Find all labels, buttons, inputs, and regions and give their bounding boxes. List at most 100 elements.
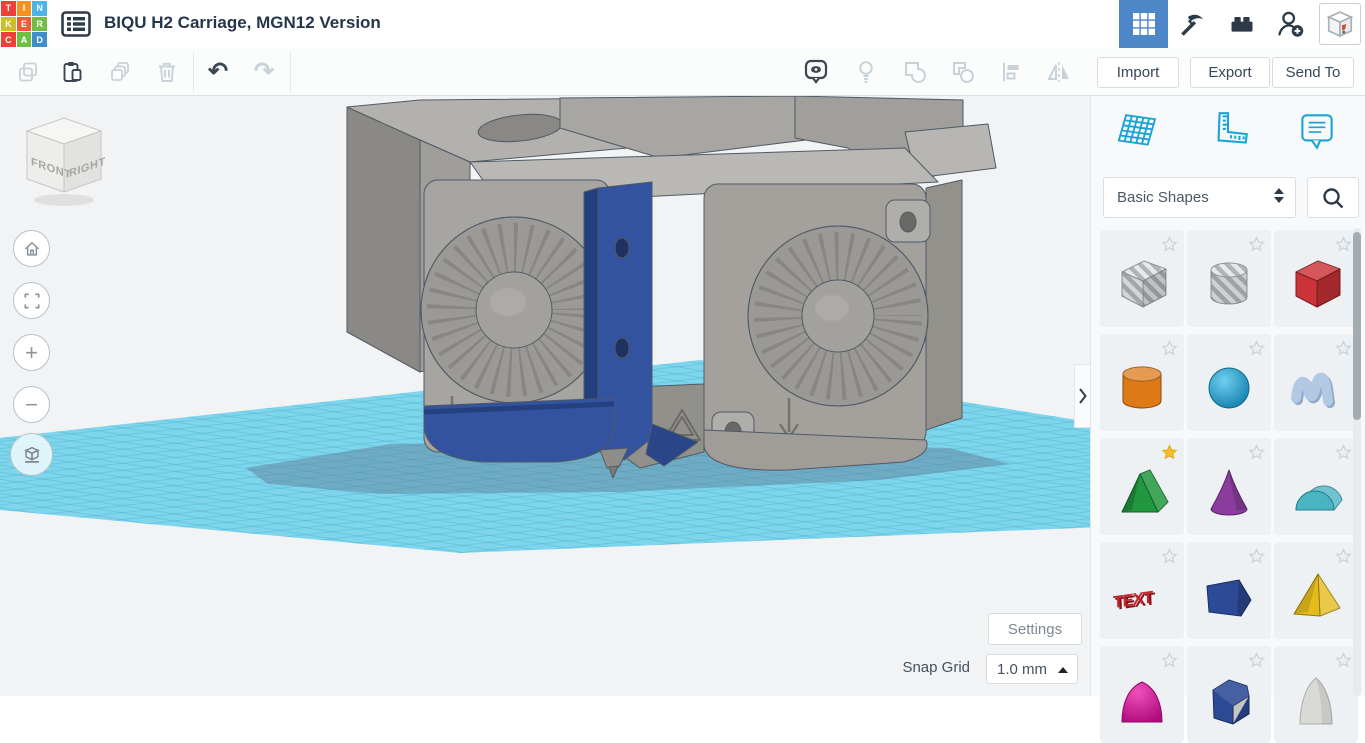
paste-icon (63, 62, 82, 82)
favorite-star-icon[interactable] (1248, 236, 1265, 253)
light-bulb-button[interactable] (848, 54, 884, 90)
logo-letter-tile: T (1, 1, 16, 16)
notes-tool-button[interactable] (1294, 108, 1340, 154)
workplane-tool-button[interactable] (1118, 108, 1164, 154)
shape-category-value: Basic Shapes (1117, 189, 1209, 206)
group-icon (905, 62, 926, 83)
lego-brick-icon (1231, 17, 1252, 32)
dashboard-tab[interactable] (1119, 0, 1168, 48)
minecraft-export-button[interactable] (1168, 0, 1217, 48)
favorite-star-icon[interactable] (1335, 652, 1352, 669)
zoom-out-icon: − (25, 391, 38, 417)
favorite-star-icon[interactable] (1161, 236, 1178, 253)
ungroup-button[interactable] (945, 54, 981, 90)
view-cube[interactable]: FRONT RIGHT (18, 112, 110, 212)
shape-tile-text[interactable]: TEXT TEXT (1100, 542, 1184, 639)
text-shape: TEXT TEXT (1113, 587, 1156, 613)
shape-tile-cone-soft[interactable] (1274, 646, 1358, 743)
shape-tile-sphere[interactable] (1187, 334, 1271, 431)
shape-tile-cylinder[interactable] (1100, 334, 1184, 431)
ruler-tool-icon (1217, 112, 1248, 144)
zoom-out-button[interactable]: − (13, 386, 50, 423)
sim-lab-button[interactable] (1319, 3, 1361, 45)
favorite-star-icon[interactable] (1161, 652, 1178, 669)
snap-grid-arrow-icon (1058, 667, 1068, 673)
tinkercad-logo[interactable]: TIN KER CAD (0, 0, 48, 48)
shape-tile-box[interactable] (1274, 230, 1358, 327)
duplicate-button[interactable] (102, 54, 138, 90)
favorite-star-icon[interactable] (1248, 340, 1265, 357)
ruler-tool-button[interactable] (1206, 108, 1252, 154)
shape-tile-paraboloid[interactable] (1100, 646, 1184, 743)
cylinder-shape (1122, 366, 1162, 409)
edit-toolbar: ↶ ↷ Import Export Send To (0, 48, 1365, 96)
model-3d[interactable] (346, 96, 997, 479)
favorite-star-icon[interactable] (1335, 236, 1352, 253)
notes-tool-icon (1301, 114, 1333, 150)
favorite-star-icon[interactable] (1335, 340, 1352, 357)
align-icon (1003, 63, 1019, 81)
delete-button[interactable] (149, 54, 185, 90)
favorite-star-icon[interactable] (1335, 548, 1352, 565)
mirror-icon (1047, 62, 1069, 82)
viewport-3d[interactable]: FRONT RIGHT + − Settings Snap Grid 1.0 m… (0, 96, 1090, 696)
settings-button[interactable]: Settings (988, 613, 1082, 645)
dashboard-grid-icon (1132, 13, 1155, 35)
shape-tile-polygon[interactable] (1187, 646, 1271, 743)
shape-category-select[interactable]: Basic Shapes (1103, 177, 1296, 218)
redo-button[interactable]: ↷ (246, 54, 282, 90)
copy-button[interactable] (10, 54, 46, 90)
ungroup-icon (953, 62, 974, 83)
shape-search-button[interactable] (1307, 177, 1359, 218)
scribble-shape (1291, 372, 1335, 408)
perspective-toggle-button[interactable] (10, 433, 53, 476)
snap-grid-select[interactable]: 1.0 mm (986, 654, 1078, 684)
favorite-star-icon-active[interactable] (1161, 444, 1178, 461)
favorite-star-icon[interactable] (1248, 444, 1265, 461)
pyramid-shape (1293, 573, 1341, 617)
shape-tile-cone[interactable] (1187, 438, 1271, 535)
favorite-star-icon[interactable] (1248, 548, 1265, 565)
logo-letter-tile: E (16, 16, 32, 32)
shape-tile-box-hole[interactable] (1100, 230, 1184, 327)
favorite-star-icon[interactable] (1248, 652, 1265, 669)
shape-tile-wedge[interactable] (1187, 542, 1271, 639)
shape-tile-roof[interactable] (1100, 438, 1184, 535)
show-hide-button[interactable] (798, 54, 834, 90)
undo-button[interactable]: ↶ (200, 54, 236, 90)
favorite-star-icon[interactable] (1161, 548, 1178, 565)
brick-export-button[interactable] (1217, 0, 1266, 48)
search-icon (1323, 187, 1344, 208)
shape-tile-cylinder-hole[interactable] (1187, 230, 1271, 327)
undo-icon: ↶ (207, 58, 229, 85)
import-button[interactable]: Import (1097, 57, 1179, 88)
invite-people-button[interactable] (1266, 0, 1315, 48)
paste-button[interactable] (54, 54, 90, 90)
zoom-in-button[interactable]: + (13, 334, 50, 371)
pickaxe-icon (1180, 14, 1203, 36)
favorite-star-icon[interactable] (1161, 340, 1178, 357)
logo-letter-tile: K (1, 16, 16, 32)
shape-tile-pyramid[interactable] (1274, 542, 1358, 639)
mirror-button[interactable] (1041, 54, 1077, 90)
trash-icon (159, 62, 175, 82)
shape-tile-round-roof[interactable] (1274, 438, 1358, 535)
app-header: TIN KER CAD BIQU H2 Carriage, MGN12 Versio… (0, 0, 1365, 48)
send-to-button[interactable]: Send To (1272, 57, 1354, 88)
panel-scrollbar-thumb[interactable] (1353, 232, 1361, 420)
redo-icon: ↷ (253, 58, 275, 85)
polygon-shape (1212, 679, 1250, 725)
group-button[interactable] (897, 54, 933, 90)
shape-tile-scribble[interactable] (1274, 334, 1358, 431)
panel-collapse-handle[interactable] (1074, 364, 1090, 428)
fit-view-button[interactable] (13, 282, 50, 319)
logo-letter-tile: I (16, 1, 32, 16)
favorite-star-icon[interactable] (1335, 444, 1352, 461)
export-button[interactable]: Export (1190, 57, 1270, 88)
panel-scrollbar[interactable] (1353, 228, 1361, 696)
home-view-button[interactable] (13, 230, 50, 267)
show-hide-eye-icon (804, 59, 828, 84)
design-menu-button[interactable] (58, 8, 94, 40)
cone-shape (1210, 469, 1248, 516)
align-button[interactable] (993, 54, 1029, 90)
